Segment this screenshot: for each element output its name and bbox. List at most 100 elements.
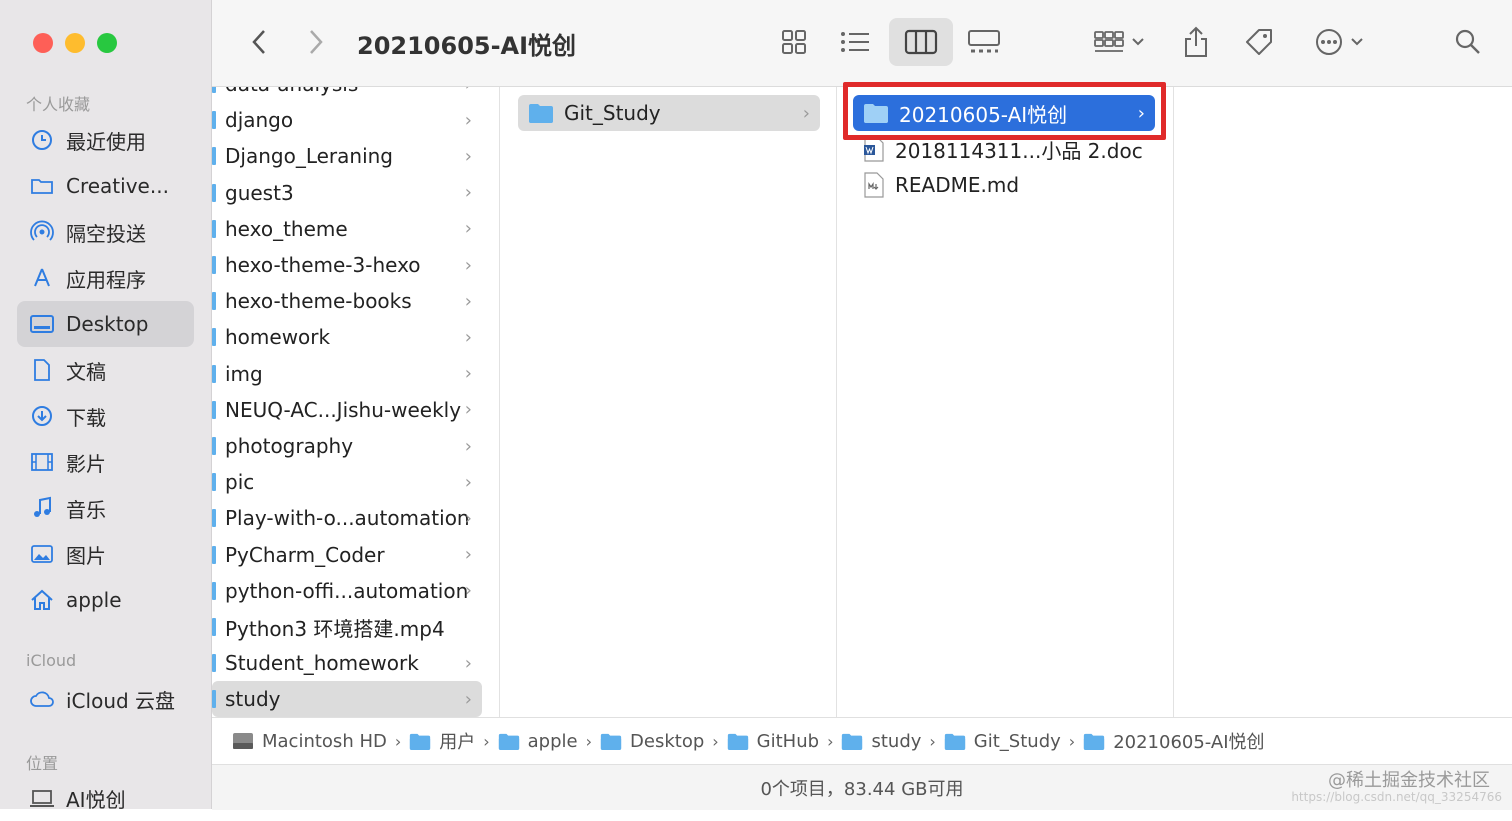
desktop-icon — [29, 314, 55, 334]
chevron-right-icon: › — [802, 102, 810, 124]
folder-row[interactable]: hexo_theme › — [212, 211, 482, 247]
forward-button[interactable] — [302, 26, 330, 58]
share-button[interactable] — [1178, 20, 1214, 64]
sidebar-item-pictures[interactable]: 图片 — [17, 531, 194, 577]
sidebar-locations-header: 位置 — [26, 754, 59, 773]
path-segment[interactable]: 20210605-AI悦创 — [1083, 728, 1265, 754]
path-segment[interactable]: Desktop — [600, 731, 704, 752]
row-label: Play-with-o...automation — [225, 506, 470, 531]
sidebar-item-ai[interactable]: AI悦创 — [17, 775, 194, 821]
sidebar-item-airdrop[interactable]: 隔空投送 — [17, 209, 194, 255]
columns-icon — [904, 29, 938, 55]
chevron-right-icon: › — [464, 544, 472, 566]
close-window-button[interactable] — [33, 33, 53, 53]
folder-icon — [212, 473, 216, 492]
folder-icon — [212, 183, 216, 202]
row-label: Git_Study — [564, 101, 661, 125]
folder-row[interactable]: img › — [212, 356, 482, 392]
back-button[interactable] — [245, 26, 273, 58]
document-icon — [29, 358, 55, 382]
folder-row[interactable]: Student_homework › — [212, 645, 482, 681]
folder-row[interactable]: Django_Leraning › — [212, 138, 482, 174]
folder-row[interactable]: Play-with-o...automation › — [212, 500, 482, 536]
sidebar-item-movies[interactable]: 影片 — [17, 439, 194, 485]
path-segment-label: study — [871, 730, 922, 752]
sidebar-item-label: 文稿 — [66, 359, 106, 384]
column-browser: data-analysis›django›Django_Leraning›gue… — [212, 87, 1512, 717]
sidebar-item-label: Creative... — [66, 174, 169, 198]
path-segment-label: Git_Study — [973, 730, 1061, 752]
window-controls — [33, 33, 117, 53]
path-segment[interactable]: study — [841, 731, 921, 752]
sidebar-item-label: apple — [66, 588, 122, 612]
folder-row[interactable]: django › — [212, 102, 482, 138]
sidebar-item-downloads[interactable]: 下载 — [17, 393, 194, 439]
folder-row[interactable]: python-offi...automation › — [212, 573, 482, 609]
folder-row[interactable]: homework › — [212, 319, 482, 355]
chevron-right-icon: › — [464, 109, 472, 131]
folder-row[interactable]: PyCharm_Coder › — [212, 537, 482, 573]
more-actions-button[interactable] — [1308, 22, 1370, 62]
tags-button[interactable] — [1240, 22, 1278, 62]
row-label: hexo-theme-3-hexo — [225, 253, 421, 277]
sidebar-item-icloud-drive[interactable]: iCloud 云盘 — [17, 676, 194, 722]
sidebar-item-documents[interactable]: 文稿 — [17, 347, 194, 393]
sidebar-item-label: 应用程序 — [66, 267, 146, 292]
column-view-button[interactable] — [889, 18, 953, 66]
folder-icon — [842, 733, 863, 750]
group-menu-button[interactable] — [1088, 22, 1150, 62]
path-segment-icon — [944, 732, 966, 751]
folder-row[interactable]: pic › — [212, 464, 482, 500]
sidebar-item-creative[interactable]: Creative... — [17, 163, 194, 209]
sidebar-item-music[interactable]: 音乐 — [17, 485, 194, 531]
folder-row[interactable]: data-analysis › — [212, 87, 482, 102]
folder-icon — [212, 618, 216, 636]
file-row[interactable]: README.md — [853, 167, 1155, 203]
share-icon — [1185, 26, 1207, 57]
folder-row[interactable]: hexo-theme-books › — [212, 283, 482, 319]
folder-icon — [212, 437, 216, 455]
watermark: @稀土掘金技术社区 — [1328, 770, 1490, 791]
markdown-file-icon — [864, 172, 884, 198]
gallery-icon — [968, 30, 1000, 53]
sidebar-item-apple-home[interactable]: apple — [17, 577, 194, 623]
folder-row[interactable]: guest3 › — [212, 175, 482, 211]
path-separator-icon: › — [827, 731, 834, 751]
zoom-window-button[interactable] — [97, 33, 117, 53]
row-label: study — [225, 687, 281, 712]
sidebar-item-desktop[interactable]: Desktop — [17, 301, 194, 347]
sidebar-item-recents[interactable]: 最近使用 — [17, 117, 194, 163]
applications-icon — [29, 267, 55, 289]
folder-icon — [212, 509, 216, 528]
chevron-right-icon: › — [464, 471, 472, 493]
folder-row[interactable]: Git_Study › — [518, 95, 820, 131]
path-segment[interactable]: Macintosh HD — [232, 731, 387, 752]
folder-row[interactable]: hexo-theme-3-hexo › — [212, 247, 482, 283]
tag-icon — [1246, 29, 1272, 55]
folder-row[interactable]: NEUQ-AC...Jishu-weekly › — [212, 392, 482, 428]
path-segment[interactable]: GitHub — [727, 731, 819, 752]
sidebar-item-applications[interactable]: 应用程序 — [17, 255, 194, 301]
icon-view-button[interactable] — [774, 22, 814, 62]
path-separator-icon: › — [712, 731, 719, 751]
path-segment[interactable]: apple — [498, 731, 578, 752]
music-icon — [29, 496, 55, 520]
minimize-window-button[interactable] — [65, 33, 85, 53]
folder-icon — [410, 733, 431, 750]
folder-row[interactable]: photography › — [212, 428, 482, 464]
search-button[interactable] — [1450, 24, 1486, 60]
folder-row[interactable]: study › — [212, 681, 482, 717]
gallery-view-button[interactable] — [962, 22, 1006, 62]
chevron-right-icon: › — [464, 145, 472, 167]
file-row[interactable]: Python3 环境搭建.mp4 — [212, 609, 482, 645]
path-segment-icon — [232, 731, 254, 751]
airdrop-icon — [29, 220, 55, 244]
folder-icon — [29, 176, 55, 196]
path-segment[interactable]: Git_Study — [944, 731, 1061, 752]
chevron-left-icon — [252, 30, 265, 54]
sidebar-item-label: 最近使用 — [66, 129, 146, 154]
list-view-button[interactable] — [834, 22, 876, 62]
path-segment[interactable]: 用户 — [409, 728, 475, 754]
column-github: data-analysis›django›Django_Leraning›gue… — [212, 87, 500, 717]
path-separator-icon: › — [929, 731, 936, 751]
